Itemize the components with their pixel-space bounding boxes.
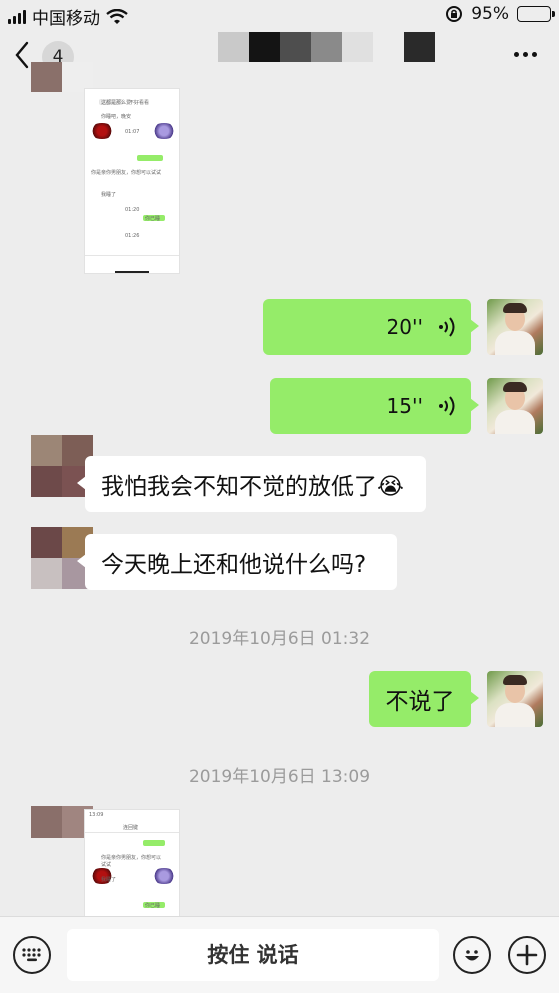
thumbnail-time: 01:20 — [125, 207, 140, 213]
voice-wave-icon — [439, 396, 455, 416]
thumbnail-time: 13:09 — [89, 812, 104, 818]
voice-duration: 20'' — [386, 315, 423, 339]
message-text: 今天晚上还和他说什么吗? — [101, 552, 367, 578]
keyboard-icon — [22, 948, 41, 962]
message-text: 不说了 — [385, 689, 455, 715]
screenshot-thumbnail[interactable]: 这都是那么爱 不好看看 你睡吧，晚安 01:07 你是亲你男朋友，你想可以试试 … — [84, 88, 180, 274]
carrier-label: 中国移动 — [32, 9, 100, 29]
screenshot-thumbnail[interactable]: 13:09 连回键 你是亲你男朋友，你想可以试试 我睡了 你已睡 — [84, 809, 180, 919]
voice-message[interactable]: 20'' — [263, 299, 479, 355]
voice-message[interactable]: 15'' — [270, 378, 479, 434]
message-text: 我怕我会不知不觉的放低了😭 — [101, 474, 404, 500]
plus-icon — [516, 944, 538, 966]
battery-icon — [517, 6, 555, 22]
timestamp: 2019年10月6日 01:32 — [188, 629, 371, 649]
chevron-left-icon — [15, 41, 29, 69]
wifi-icon — [106, 8, 128, 24]
emoji-button[interactable] — [453, 936, 491, 974]
thumbnail-title: 连回键 — [123, 825, 139, 831]
text-message[interactable]: 今天晚上还和他说什么吗? — [77, 534, 397, 590]
timestamp: 2019年10月6日 13:09 — [188, 767, 371, 787]
emoji-icon — [465, 950, 479, 961]
input-bar: 按住 说话 — [0, 916, 559, 993]
thumbnail-text: 你是亲你男朋友，你想可以试试 — [91, 170, 162, 176]
thumbnail-time: 01:26 — [125, 233, 140, 239]
voice-duration: 15'' — [386, 394, 423, 418]
more-options-button[interactable] — [514, 52, 537, 57]
thumbnail-text: 你是亲你男朋友，你想可以试试 — [101, 855, 162, 868]
keyboard-toggle-button[interactable] — [13, 936, 51, 974]
more-functions-button[interactable] — [508, 936, 546, 974]
signal-icon — [8, 9, 26, 24]
thumbnail-text: 我睡了 — [101, 192, 117, 198]
text-message[interactable]: 我怕我会不知不觉的放低了😭 — [77, 456, 426, 512]
orientation-lock-icon — [446, 6, 463, 22]
battery-percent: 95% — [471, 4, 509, 24]
thumbnail-text: 你已睡 — [145, 216, 161, 222]
thumbnail-text: 我睡了 — [101, 877, 117, 883]
thumbnail-text: 你已睡 — [145, 903, 161, 909]
thumbnail-text: 这都是那么爱 — [101, 100, 132, 106]
voice-wave-icon — [439, 317, 455, 337]
thumbnail-text: 不好看看 — [129, 100, 150, 106]
status-bar: 中国移动 95% — [0, 0, 559, 30]
my-avatar[interactable] — [487, 671, 543, 727]
thumbnail-text: 你睡吧，晚安 — [101, 114, 132, 120]
thumbnail-time: 01:07 — [125, 129, 140, 135]
back-button[interactable] — [14, 40, 30, 70]
chat-title-pixelated — [218, 32, 435, 62]
hold-to-talk-button[interactable]: 按住 说话 — [67, 929, 439, 981]
my-avatar[interactable] — [487, 378, 543, 434]
text-message[interactable]: 不说了 — [369, 671, 479, 727]
my-avatar[interactable] — [487, 299, 543, 355]
